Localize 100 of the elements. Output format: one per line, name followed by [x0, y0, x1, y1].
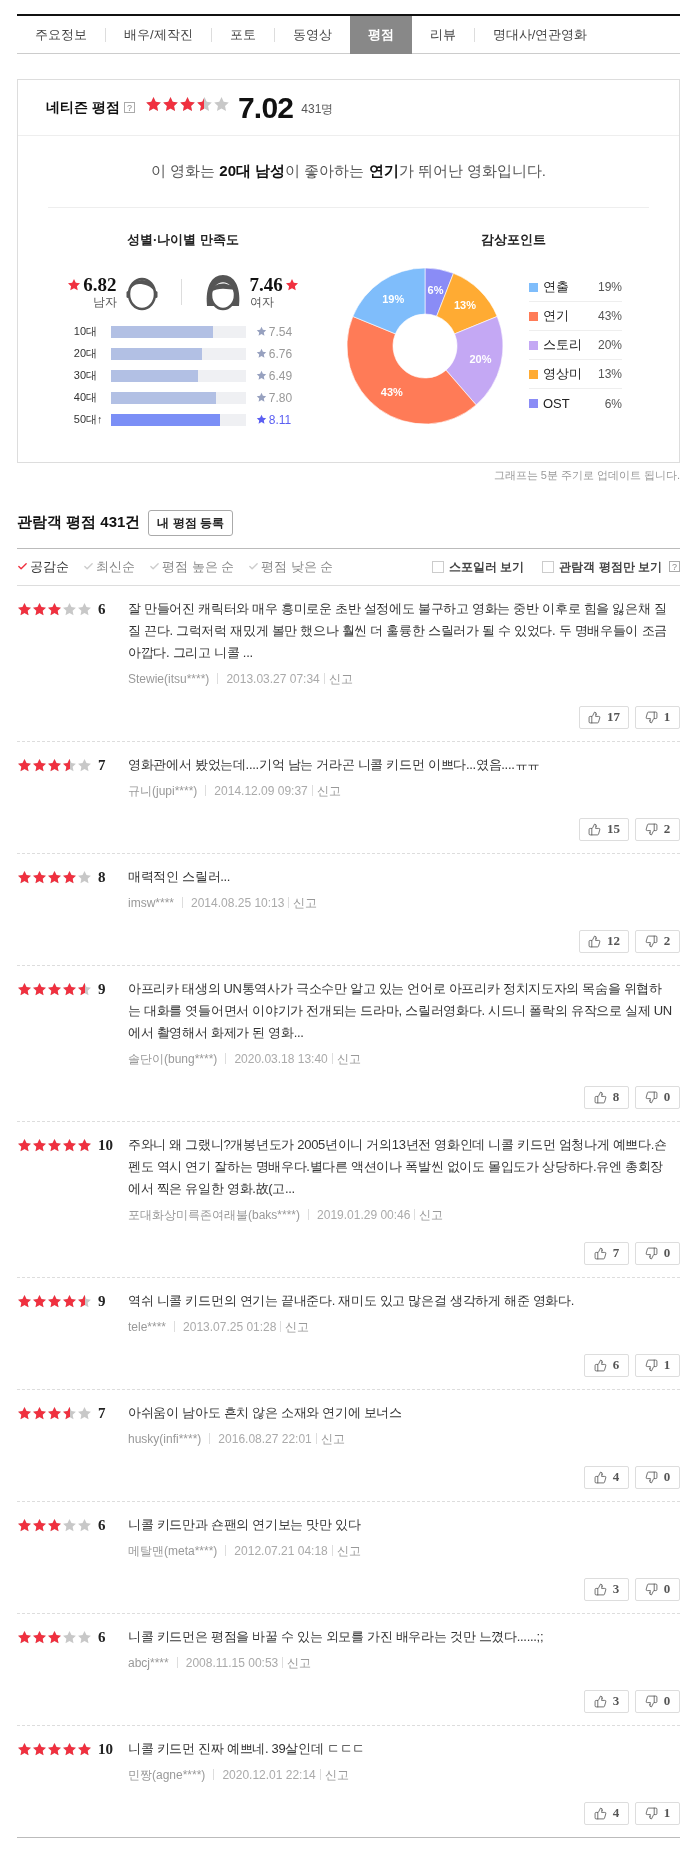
thumbs-up-icon: [593, 1806, 607, 1820]
star-icon: [62, 1293, 77, 1309]
tab[interactable]: 리뷰: [411, 15, 474, 54]
check-icon: [248, 561, 260, 572]
review-text: 역쉬 니콜 키드먼의 연기는 끝내준다. 재미도 있고 많은걸 생각하게 해준 영화다.: [128, 1291, 576, 1310]
review-text: 잘 만들어진 캐릭터와 매우 흥미로운 초반 설정에도 불구하고 영화는 중반 이후로 힘을 잃은채 질질 끈다. 그럭저럭 재밌게 볼만 했으나 훨씬 더 훌륭한 스릴러가 될 수 있었다. 두 명배우들이 조금 아깝다. 그리고 니콜 ...: [128, 599, 668, 662]
tab[interactable]: 주요정보: [17, 15, 105, 54]
star-icon: [62, 1517, 77, 1533]
dislike-button[interactable]: 1: [635, 1801, 680, 1825]
legend-label: OST: [543, 394, 570, 413]
thumbs-down-icon: [644, 1806, 658, 1820]
thumbs-down-icon: [644, 1582, 658, 1596]
thumbs-down-icon: [644, 934, 658, 948]
like-button[interactable]: 8: [584, 1085, 629, 1109]
dislike-button[interactable]: 0: [635, 1241, 680, 1265]
review-text: 매력적인 스릴러...: [128, 867, 232, 886]
star-icon: [77, 757, 92, 773]
tab[interactable]: 명대사/연관영화: [474, 15, 606, 54]
review-score: 7: [98, 1405, 106, 1421]
like-button[interactable]: 3: [584, 1689, 629, 1713]
like-button[interactable]: 17: [579, 705, 629, 729]
star-icon: [17, 1137, 32, 1153]
star-icon: [77, 1517, 92, 1533]
legend-value: 19%: [597, 279, 622, 296]
review-text: 주와니 왜 그랬니?개봉년도가 2005년이니 거의13년전 영화인데 니콜 키드먼 엄청나게 예쁘다.숀펜도 역시 연기 잘하는 명배우다.별다른 액션이나 폭발씬 없이도 몰입도가 상당하다.유엔 총회장에서 찍은 유일한 영화.故(고...: [128, 1135, 668, 1198]
dislike-button[interactable]: 2: [635, 817, 680, 841]
review-date: 2020.03.18 13:40: [234, 1050, 328, 1068]
tab[interactable]: 배우/제작진: [106, 15, 211, 54]
dislike-button[interactable]: 0: [635, 1577, 680, 1601]
review-date: 2016.08.27 22:01: [218, 1430, 312, 1448]
age-label: 40대: [73, 390, 99, 406]
sort-option[interactable]: 공감순: [17, 556, 69, 577]
like-button[interactable]: 3: [584, 1577, 629, 1601]
tab[interactable]: 평점: [349, 15, 412, 54]
like-button[interactable]: 12: [579, 929, 629, 953]
review-score: 7: [98, 757, 106, 773]
dislike-button[interactable]: 0: [635, 1465, 680, 1489]
review-date: 2020.12.01 22:14: [222, 1766, 316, 1784]
review-date: 2019.01.29 00:46: [317, 1206, 411, 1224]
dislike-button[interactable]: 1: [635, 1353, 680, 1377]
review-date: 2012.07.21 04:18: [234, 1542, 328, 1560]
dislike-button[interactable]: 0: [635, 1689, 680, 1713]
star-icon: [32, 1405, 47, 1421]
help-icon[interactable]: ?: [669, 561, 680, 572]
review-date: 2014.08.25 10:13: [191, 894, 285, 912]
star-icon: [77, 869, 92, 885]
thumbs-down-icon: [644, 1694, 658, 1708]
dislike-button[interactable]: 0: [635, 1085, 680, 1109]
thumbs-up-icon: [593, 1694, 607, 1708]
help-icon[interactable]: ?: [123, 102, 135, 113]
star-icon: [255, 370, 267, 381]
review-author: 규니(jupi****): [128, 782, 198, 800]
gender-score: 7.46: [249, 274, 283, 295]
review-score: 10: [98, 1741, 113, 1757]
like-button[interactable]: 6: [584, 1353, 629, 1377]
review-score: 6: [98, 601, 106, 617]
star-icon: [144, 95, 162, 113]
review-author: 포대화상미륵존여래불(baks****): [128, 1206, 301, 1224]
star-icon: [17, 1293, 32, 1309]
tab[interactable]: 포토: [211, 15, 274, 54]
star-icon: [77, 981, 92, 997]
thumbs-down-icon: [644, 822, 658, 836]
like-button[interactable]: 4: [584, 1801, 629, 1825]
thumbs-up-icon: [593, 1090, 607, 1104]
review-author: abcj****: [128, 1654, 169, 1672]
legend-value: 13%: [597, 366, 622, 383]
checkbox[interactable]: [542, 560, 555, 573]
star-icon: [32, 981, 47, 997]
dislike-button[interactable]: 1: [635, 705, 680, 729]
checkbox[interactable]: [432, 560, 444, 573]
check-icon: [17, 561, 28, 572]
sort-option[interactable]: 평점 높은 순: [149, 556, 235, 577]
like-button[interactable]: 7: [584, 1241, 629, 1265]
star-icon: [32, 1629, 47, 1645]
star-icon: [47, 1629, 62, 1645]
age-label: 10대: [73, 324, 99, 340]
sort-option[interactable]: 평점 낮은 순: [248, 556, 334, 577]
checkbox-label: 스포일러 보기: [449, 558, 525, 576]
write-review-button[interactable]: 내 평점 등록: [148, 509, 234, 536]
star-icon: [77, 1741, 92, 1757]
gender-label: 여자: [249, 294, 274, 309]
review-author: 솔단이(bung****): [128, 1050, 218, 1068]
like-button[interactable]: 15: [579, 817, 629, 841]
like-button[interactable]: 4: [584, 1465, 629, 1489]
star-icon: [32, 1293, 47, 1309]
star-icon: [255, 392, 267, 403]
sort-option[interactable]: 최신순: [83, 556, 135, 577]
star-icon: [47, 1517, 62, 1533]
star-icon: [195, 95, 213, 113]
tab[interactable]: 동영상: [274, 15, 350, 54]
star-icon: [32, 1517, 47, 1533]
age-score: 8.11: [268, 411, 292, 429]
review-score: 6: [98, 1629, 106, 1645]
slice-label: 20%: [469, 352, 492, 365]
star-icon: [17, 757, 32, 773]
thumbs-up-icon: [593, 1470, 607, 1484]
legend-value: 6%: [604, 395, 622, 413]
dislike-button[interactable]: 2: [635, 929, 680, 953]
star-icon: [255, 326, 267, 337]
review-author: Stewie(itsu****): [128, 670, 210, 688]
